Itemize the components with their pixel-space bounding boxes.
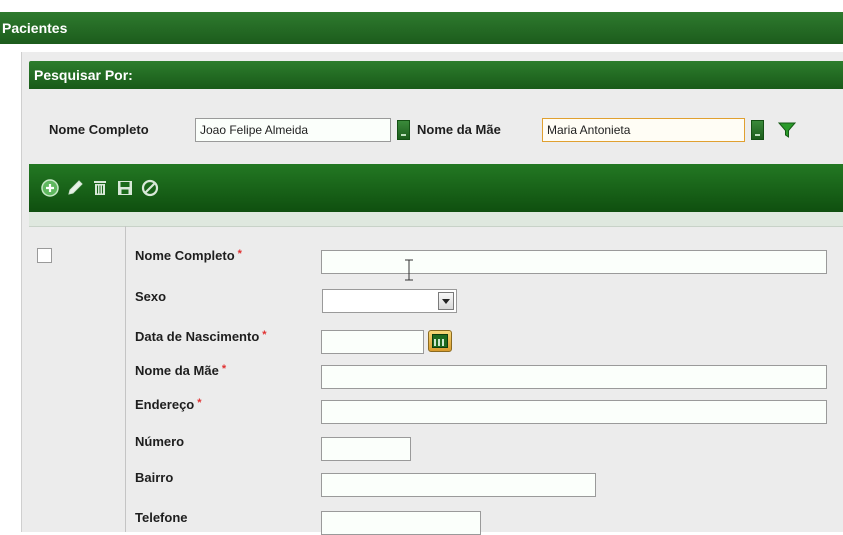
cancel-icon[interactable] [139, 177, 161, 199]
data-nascimento-label: Data de Nascimento * [135, 329, 267, 344]
search-nome-completo-input[interactable] [195, 118, 391, 142]
sexo-label: Sexo [135, 289, 167, 304]
filter-icon[interactable] [777, 120, 797, 140]
search-nome-mae-input[interactable] [542, 118, 745, 142]
calendar-icon[interactable] [428, 330, 452, 352]
window-title: Pacientes [0, 12, 843, 44]
nome-mae-field[interactable] [321, 365, 827, 389]
sexo-select[interactable] [322, 289, 457, 313]
edit-pencil-icon[interactable] [64, 177, 86, 199]
main-panel: Pesquisar Por: Nome Completo Nome da Mãe [21, 52, 843, 535]
telefone-label: Telefone [135, 510, 188, 525]
search-nome-mae-lookup-button[interactable] [751, 120, 764, 140]
column-divider [125, 226, 126, 532]
bairro-field[interactable] [321, 473, 596, 497]
search-section-header: Pesquisar Por: [29, 61, 843, 89]
grid-header [29, 212, 843, 227]
row-select-checkbox[interactable] [37, 248, 52, 263]
numero-field[interactable] [321, 437, 411, 461]
endereco-label: Endereço * [135, 397, 202, 412]
endereco-field[interactable] [321, 400, 827, 424]
required-mark: * [237, 248, 242, 260]
bairro-label: Bairro [135, 470, 174, 485]
text-cursor-icon [405, 259, 413, 281]
add-icon[interactable] [39, 177, 61, 199]
search-nome-mae-label: Nome da Mãe [417, 122, 501, 137]
nome-completo-label: Nome Completo * [135, 248, 242, 263]
nome-mae-label: Nome da Mãe * [135, 363, 227, 378]
save-icon[interactable] [114, 177, 136, 199]
delete-trash-icon[interactable] [89, 177, 111, 199]
action-toolbar [29, 164, 843, 212]
telefone-field[interactable] [321, 511, 481, 535]
search-nome-completo-label: Nome Completo [49, 122, 149, 137]
chevron-down-icon[interactable] [438, 292, 454, 310]
numero-label: Número [135, 434, 185, 449]
search-nome-completo-lookup-button[interactable] [397, 120, 410, 140]
data-nascimento-field[interactable] [321, 330, 424, 354]
nome-completo-field[interactable] [321, 250, 827, 274]
